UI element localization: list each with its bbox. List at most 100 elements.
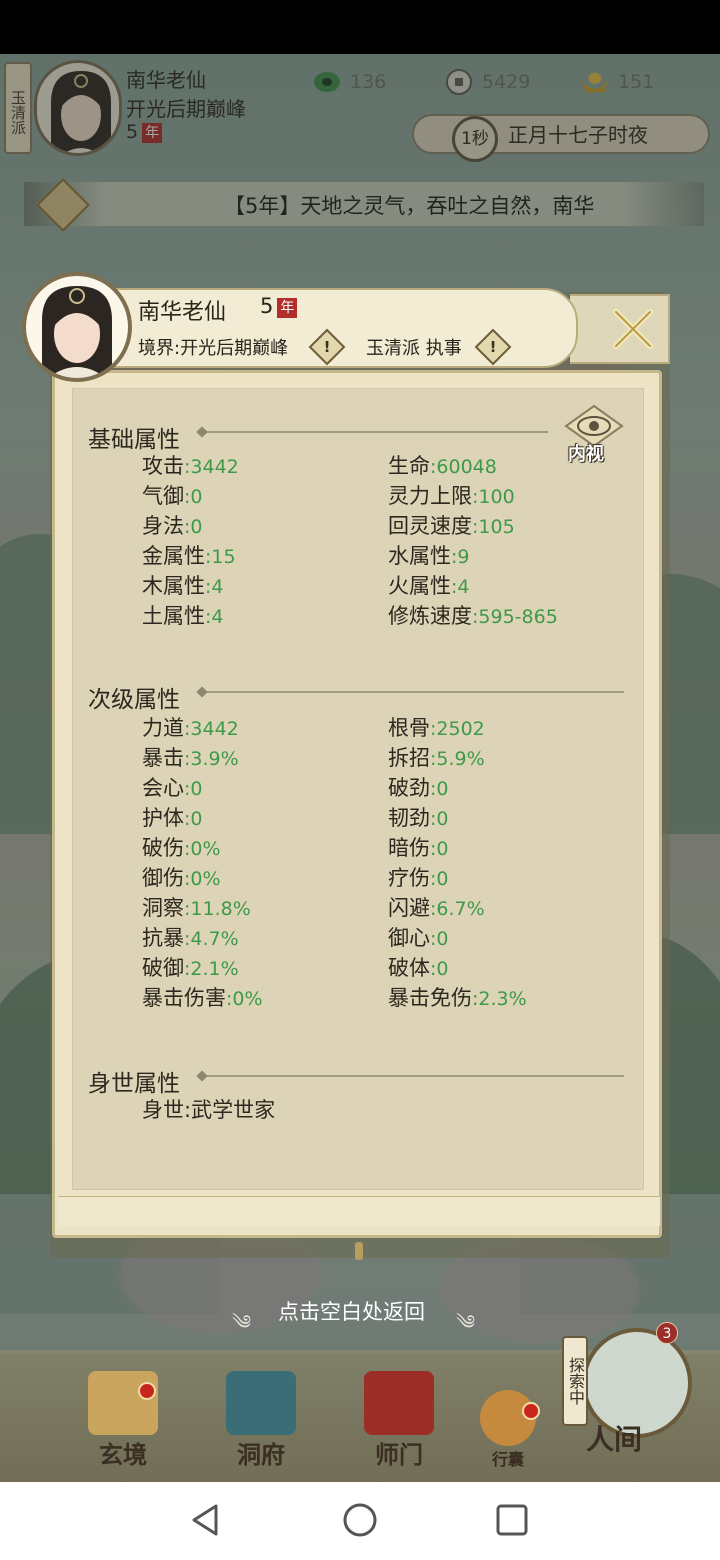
stat-row: 破伤:0% (142, 832, 221, 862)
stat-value: :2.1% (184, 958, 239, 980)
stat-row: 韧劲:0 (388, 802, 449, 832)
explore-count-badge: 3 (656, 1322, 678, 1344)
stat-row: 会心:0 (142, 772, 203, 802)
stat-label: 暗伤 (388, 836, 430, 860)
stat-row: 暗伤:0 (388, 832, 449, 862)
nav-shimen[interactable]: 师门 (344, 1370, 454, 1470)
stat-value: :武学世家 (184, 1098, 276, 1122)
nav-label: 玄境 (99, 1441, 147, 1469)
stat-label: 洞察 (142, 896, 184, 920)
section-divider (202, 431, 548, 433)
recents-square-icon (496, 1504, 528, 1536)
stat-value: :0 (184, 486, 203, 508)
stat-row: 回灵速度:105 (388, 510, 515, 540)
stat-row: 疗伤:0 (388, 862, 449, 892)
back-triangle-icon (192, 1504, 218, 1536)
panel-player-name: 南华老仙 (138, 300, 227, 325)
stat-value: :0 (430, 778, 449, 800)
close-button[interactable] (612, 308, 654, 350)
stat-value: :4 (451, 576, 470, 598)
stat-row: 破体:0 (388, 952, 449, 982)
stat-value: :0 (430, 808, 449, 830)
stat-value: :6.7% (430, 898, 485, 920)
stat-label: 会心 (142, 776, 184, 800)
stat-value: :595-865 (472, 606, 558, 628)
stat-value: :60048 (430, 456, 497, 478)
stat-row: 金属性:15 (142, 540, 236, 570)
section-title-background: 身世属性 (88, 1071, 180, 1097)
stat-label: 木属性 (142, 574, 205, 598)
nav-label: 师门 (375, 1441, 423, 1469)
pavilion-icon (226, 1371, 296, 1435)
stat-row: 火属性:4 (388, 570, 470, 600)
notification-dot (522, 1402, 540, 1420)
stat-label: 生命 (388, 454, 430, 478)
section-title-basic: 基础属性 (88, 427, 180, 453)
exploring-tag: 探索中 (562, 1336, 588, 1426)
stat-value: :5.9% (430, 748, 485, 770)
stat-row: 抗暴:4.7% (142, 922, 239, 952)
stat-row: 土属性:4 (142, 600, 224, 630)
nav-xingnang[interactable]: 行囊 (458, 1370, 558, 1470)
stat-label: 力道 (142, 716, 184, 740)
nav-xuanjing[interactable]: 玄境 (68, 1370, 178, 1470)
inner-view-label[interactable]: 内视 (568, 440, 604, 466)
character-portrait-icon (42, 286, 112, 378)
section-divider (202, 1075, 624, 1077)
stat-value: :3442 (184, 718, 239, 740)
stat-label: 根骨 (388, 716, 430, 740)
stat-value: :4.7% (184, 928, 239, 950)
stat-value: :105 (472, 516, 515, 538)
panel-player-years: 5年 (260, 294, 298, 318)
stat-value: :0 (184, 516, 203, 538)
stat-row: 暴击伤害:0% (142, 982, 263, 1012)
stat-row: 破劲:0 (388, 772, 449, 802)
scroll-pin-icon (355, 1242, 363, 1260)
nav-renjian[interactable]: 探索中 人间 (562, 1322, 696, 1462)
stat-label: 韧劲 (388, 806, 430, 830)
stat-row: 力道:3442 (142, 712, 239, 742)
stat-label: 破劲 (388, 776, 430, 800)
stat-origin: 身世:武学世家 (142, 1094, 275, 1124)
stat-label: 暴击 (142, 746, 184, 770)
stat-row: 身法:0 (142, 510, 203, 540)
stat-label: 灵力上限 (388, 484, 472, 508)
stat-row: 灵力上限:100 (388, 480, 515, 510)
stat-value: :4 (205, 606, 224, 628)
back-button[interactable] (186, 1500, 226, 1540)
tap-to-return-hint: 点击空白处返回 (278, 1300, 425, 1324)
stat-value: :4 (205, 576, 224, 598)
stat-value: :0 (430, 958, 449, 980)
stat-value: :100 (472, 486, 515, 508)
nav-dongfu[interactable]: 洞府 (206, 1370, 316, 1470)
stat-label: 土属性 (142, 604, 205, 628)
stat-value: :0 (430, 928, 449, 950)
stat-label: 火属性 (388, 574, 451, 598)
stat-label: 疗伤 (388, 866, 430, 890)
stat-label: 气御 (142, 484, 184, 508)
stat-value: :15 (205, 546, 236, 568)
stat-label: 御伤 (142, 866, 184, 890)
stat-row: 御心:0 (388, 922, 449, 952)
stat-row: 护体:0 (142, 802, 203, 832)
stat-label: 回灵速度 (388, 514, 472, 538)
stat-label: 金属性 (142, 544, 205, 568)
stat-label: 身法 (142, 514, 184, 538)
stat-row: 拆招:5.9% (388, 742, 485, 772)
nav-label: 洞府 (237, 1441, 285, 1469)
panel-realm: 境界:开光后期巅峰 (138, 338, 289, 359)
recents-button[interactable] (492, 1500, 532, 1540)
stat-row: 暴击免伤:2.3% (388, 982, 527, 1012)
stat-label: 破御 (142, 956, 184, 980)
stat-row: 水属性:9 (388, 540, 470, 570)
stat-value: :2.3% (472, 988, 527, 1010)
stat-row: 气御:0 (142, 480, 203, 510)
stat-row: 木属性:4 (142, 570, 224, 600)
stat-label: 破伤 (142, 836, 184, 860)
nav-label: 人间 (586, 1423, 643, 1456)
nian-badge: 年 (277, 298, 298, 318)
stat-value: :2502 (430, 718, 485, 740)
home-button[interactable] (340, 1500, 380, 1540)
stat-label: 攻击 (142, 454, 184, 478)
stat-value: :3.9% (184, 748, 239, 770)
